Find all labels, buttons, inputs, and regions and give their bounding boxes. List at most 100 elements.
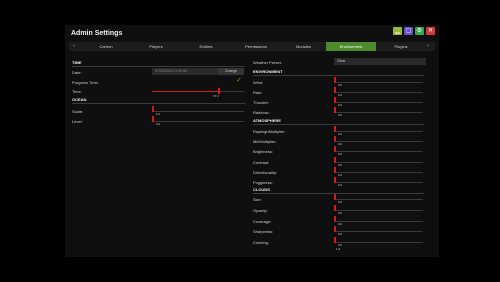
- opacity-label: Opacity:: [253, 207, 268, 213]
- size-slider-knob[interactable]: [334, 194, 336, 200]
- brightness-label: Brightness:: [253, 149, 274, 155]
- minimize-button[interactable]: ▁: [393, 27, 402, 35]
- wind-label: Wind:: [253, 80, 264, 85]
- rainbow-slider-knob[interactable]: [334, 107, 336, 113]
- weather-preset-select[interactable]: Clear: [334, 58, 426, 65]
- directionality-slider-knob[interactable]: [334, 166, 336, 173]
- miemultiplier-slider-track[interactable]: [334, 141, 423, 143]
- fogginess-label: Fogginess:: [253, 180, 273, 185]
- rain-slider-knob[interactable]: [334, 87, 336, 93]
- sharpness-slider-track[interactable]: [334, 231, 423, 233]
- miemultiplier-slider-knob[interactable]: [334, 136, 336, 143]
- level-slider-track[interactable]: [152, 121, 244, 122]
- scale-label: Scale:: [72, 109, 84, 114]
- sharpness-value: 0.0: [338, 232, 343, 237]
- tab-environment[interactable]: Environment: [326, 42, 376, 51]
- wind-slider-track[interactable]: [334, 82, 423, 83]
- rayleighmultiplier-slider-track[interactable]: [334, 131, 423, 132]
- rain-slider-track[interactable]: [334, 92, 423, 93]
- level-label: Level:: [72, 119, 83, 124]
- opacity-slider-knob[interactable]: [334, 204, 336, 211]
- tab-next-icon[interactable]: ›: [427, 42, 429, 51]
- change-date-button[interactable]: Change: [218, 68, 244, 75]
- thunder-slider-knob[interactable]: [334, 97, 336, 103]
- tab-permissions[interactable]: Permissions: [231, 42, 281, 51]
- rain-label: Rain:: [253, 90, 263, 95]
- maximize-icon: ▢: [405, 28, 412, 34]
- minimize-icon: ▁: [395, 28, 400, 34]
- weather-preset-label: Weather Preset:: [253, 60, 282, 65]
- time-value: 17.2: [213, 94, 219, 98]
- tab-carbon[interactable]: Carbon: [81, 42, 131, 51]
- rainbow-label: Rainbow:: [253, 110, 270, 115]
- section-divider: [253, 124, 424, 125]
- coverage-slider-knob[interactable]: [334, 215, 336, 222]
- ocean-section-title: OCEAN: [72, 97, 87, 102]
- thunder-label: Thunder:: [253, 100, 270, 105]
- environment-section-title: ENVIRONMENT: [253, 69, 283, 74]
- size-slider-track[interactable]: [334, 199, 423, 200]
- wind-slider-knob[interactable]: [334, 77, 336, 83]
- sharpness-slider-knob[interactable]: [334, 226, 336, 233]
- directionality-value: 0.0: [338, 172, 343, 177]
- tab-plugins[interactable]: Plugins: [376, 42, 426, 51]
- section-divider: [72, 66, 245, 67]
- tab-modules[interactable]: Modules: [281, 42, 326, 51]
- rayleighmultiplier-label: RayleighMultiplier:: [253, 129, 286, 134]
- clouds-section-title: CLOUDS: [253, 187, 270, 192]
- rainbow-value: 0.0: [338, 113, 343, 117]
- tab-entities[interactable]: Entities: [181, 42, 231, 51]
- sharpness-label: Sharpness:: [253, 229, 274, 235]
- scale-slider-track[interactable]: [152, 111, 244, 112]
- coloring-label: Coloring:: [253, 240, 270, 246]
- maximize-button[interactable]: ▢: [404, 27, 413, 35]
- scale-slider-knob[interactable]: [152, 106, 154, 112]
- time-slider-fill: [152, 91, 218, 92]
- rayleighmultiplier-value: 0.0: [338, 132, 343, 136]
- brightness-slider-knob[interactable]: [334, 146, 336, 153]
- tab-bar: ‹ Carbon Players Entities Permissions Mo…: [69, 42, 435, 51]
- gear-icon: ⚙: [416, 28, 423, 34]
- page-title: Admin Settings: [71, 30, 123, 37]
- fogginess-slider-track[interactable]: [334, 182, 423, 183]
- contrast-slider-track[interactable]: [334, 161, 423, 163]
- contrast-label: Contrast:: [253, 159, 270, 165]
- contrast-slider-knob[interactable]: [334, 156, 336, 163]
- coverage-label: Coverage:: [253, 218, 272, 224]
- date-field[interactable]: 07/22/2024 11:09:59: [152, 68, 218, 75]
- progress-time-checkbox[interactable]: ✓: [236, 77, 242, 84]
- size-label: Size:: [253, 197, 262, 202]
- thunder-value: 0.0: [338, 103, 343, 107]
- scale-value: 1.0: [156, 112, 161, 116]
- section-divider: [253, 193, 424, 194]
- size-value: 0.0: [338, 200, 343, 204]
- section-divider: [253, 75, 424, 76]
- level-slider-knob[interactable]: [152, 116, 154, 122]
- rain-value: 0.0: [338, 93, 343, 97]
- directionality-label: Directionality:: [253, 169, 278, 175]
- opacity-slider-track[interactable]: [334, 209, 423, 211]
- tab-players[interactable]: Players: [131, 42, 181, 51]
- coloring-slider-track[interactable]: [334, 242, 423, 244]
- opacity-value: 0.0: [338, 210, 343, 215]
- contrast-value: 0.0: [338, 162, 343, 167]
- rainbow-slider-track[interactable]: [334, 112, 423, 113]
- coloring-slider-knob[interactable]: [334, 237, 336, 244]
- coverage-value: 0.0: [338, 221, 343, 226]
- settings-button[interactable]: ⚙: [415, 27, 424, 35]
- tab-prev-icon[interactable]: ‹: [73, 42, 75, 51]
- brightness-slider-track[interactable]: [334, 151, 423, 153]
- section-divider: [72, 103, 245, 104]
- progress-time-label: Progress Time:: [72, 80, 99, 85]
- fogginess-value: 0.0: [338, 183, 343, 187]
- rayleighmultiplier-slider-knob[interactable]: [334, 126, 336, 132]
- coverage-slider-track[interactable]: [334, 220, 423, 222]
- close-button[interactable]: ✕: [426, 27, 435, 35]
- atmosphere-section-title: ATMOSPHERE: [253, 118, 281, 123]
- time-section-title: TIME: [72, 60, 82, 65]
- wind-value: 0.0: [338, 83, 343, 87]
- directionality-slider-track[interactable]: [334, 171, 423, 173]
- thunder-slider-track[interactable]: [334, 102, 423, 103]
- fogginess-slider-knob[interactable]: [334, 177, 336, 183]
- miemultiplier-value: 0.0: [338, 142, 343, 147]
